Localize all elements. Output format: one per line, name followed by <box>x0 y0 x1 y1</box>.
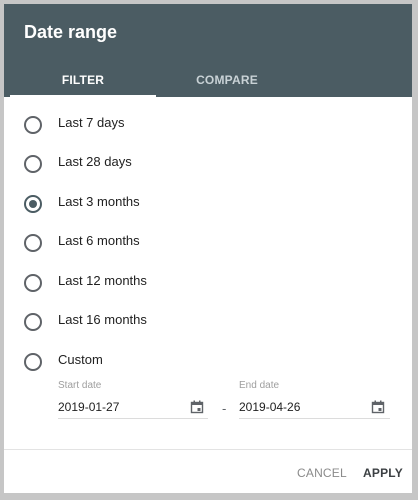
option-label: Custom <box>58 352 103 367</box>
option-custom[interactable]: Custom <box>24 350 404 374</box>
end-date-value: 2019-04-26 <box>239 400 301 414</box>
apply-button[interactable]: APPLY <box>363 466 403 480</box>
calendar-icon[interactable] <box>190 400 204 414</box>
option-last-12-months[interactable]: Last 12 months <box>24 271 404 295</box>
option-last-3-months[interactable]: Last 3 months <box>24 192 404 216</box>
start-date-field[interactable]: 2019-01-27 <box>58 398 208 419</box>
tab-active-indicator <box>10 95 156 97</box>
radio-dot <box>29 200 37 208</box>
footer-divider <box>4 449 412 450</box>
option-last-6-months[interactable]: Last 6 months <box>24 231 404 255</box>
option-last-28-days[interactable]: Last 28 days <box>24 152 404 176</box>
tab-compare[interactable]: COMPARE <box>154 64 300 97</box>
option-label: Last 12 months <box>58 273 147 288</box>
end-date-field[interactable]: 2019-04-26 <box>239 398 390 419</box>
start-date-value: 2019-01-27 <box>58 400 120 414</box>
radio-button[interactable] <box>24 116 42 134</box>
option-label: Last 6 months <box>58 233 140 248</box>
radio-button[interactable] <box>24 313 42 331</box>
dialog-header: Date range FILTER COMPARE <box>4 4 412 97</box>
option-label: Last 16 months <box>58 312 147 327</box>
dialog-title: Date range <box>24 22 118 42</box>
tab-filter-label: FILTER <box>61 73 105 87</box>
end-date-caption: End date <box>239 380 280 391</box>
radio-button[interactable] <box>24 234 42 252</box>
start-date-caption: Start date <box>58 380 102 391</box>
radio-button[interactable] <box>24 155 42 173</box>
tab-filter[interactable]: FILTER <box>10 64 156 97</box>
tab-compare-label: COMPARE <box>196 73 258 87</box>
date-separator: - <box>222 401 227 416</box>
option-label: Last 28 days <box>58 154 132 169</box>
radio-button-checked[interactable] <box>24 195 42 213</box>
cancel-button[interactable]: CANCEL <box>297 466 347 480</box>
option-label: Last 3 months <box>58 194 140 209</box>
option-last-7-days[interactable]: Last 7 days <box>24 113 404 137</box>
date-range-dialog: Date range FILTER COMPARE Last 7 days La… <box>4 4 412 493</box>
option-label: Last 7 days <box>58 115 125 130</box>
option-last-16-months[interactable]: Last 16 months <box>24 310 404 334</box>
radio-button[interactable] <box>24 353 42 371</box>
calendar-icon[interactable] <box>371 400 385 414</box>
radio-button[interactable] <box>24 274 42 292</box>
